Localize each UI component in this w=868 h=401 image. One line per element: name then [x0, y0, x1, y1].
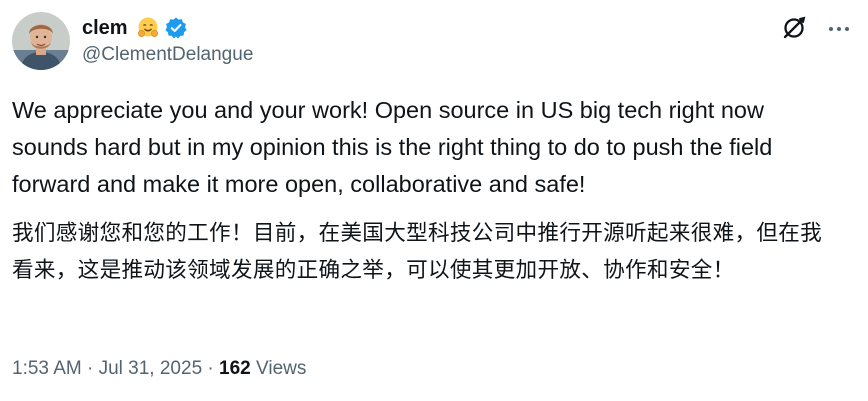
tweet-header: clem @ClementDelangue — [12, 12, 253, 76]
grok-icon[interactable] — [780, 14, 808, 42]
author-names: clem @ClementDelangue — [82, 14, 253, 66]
views-label: Views — [250, 358, 307, 379]
more-icon[interactable] — [808, 14, 852, 42]
avatar[interactable] — [12, 12, 70, 70]
tweet-date[interactable]: Jul 31, 2025 — [99, 358, 203, 379]
name-row: clem — [82, 14, 253, 42]
meta-separator: · — [81, 358, 99, 379]
tweet-card: clem @ClementDelangue We appreciate you … — [0, 0, 868, 401]
views-count[interactable]: 162 — [219, 358, 251, 379]
meta-separator: · — [202, 358, 220, 379]
hugging-face-emoji-icon — [136, 16, 160, 40]
author-handle[interactable]: @ClementDelangue — [82, 44, 253, 66]
top-actions — [780, 14, 852, 42]
tweet-time[interactable]: 1:53 AM — [12, 358, 82, 379]
tweet-text-english: We appreciate you and your work! Open so… — [12, 97, 773, 197]
tweet-text-chinese: 我们感谢您和您的工作！目前，在美国大型科技公司中推行开源听起来很难，但在我看来，… — [12, 221, 823, 283]
tweet-meta: 1:53 AM · Jul 31, 2025 · 162 Views — [12, 358, 306, 380]
verified-badge-icon[interactable] — [164, 16, 188, 40]
tweet-body: We appreciate you and your work! Open so… — [12, 92, 842, 289]
display-name[interactable]: clem — [82, 17, 128, 40]
